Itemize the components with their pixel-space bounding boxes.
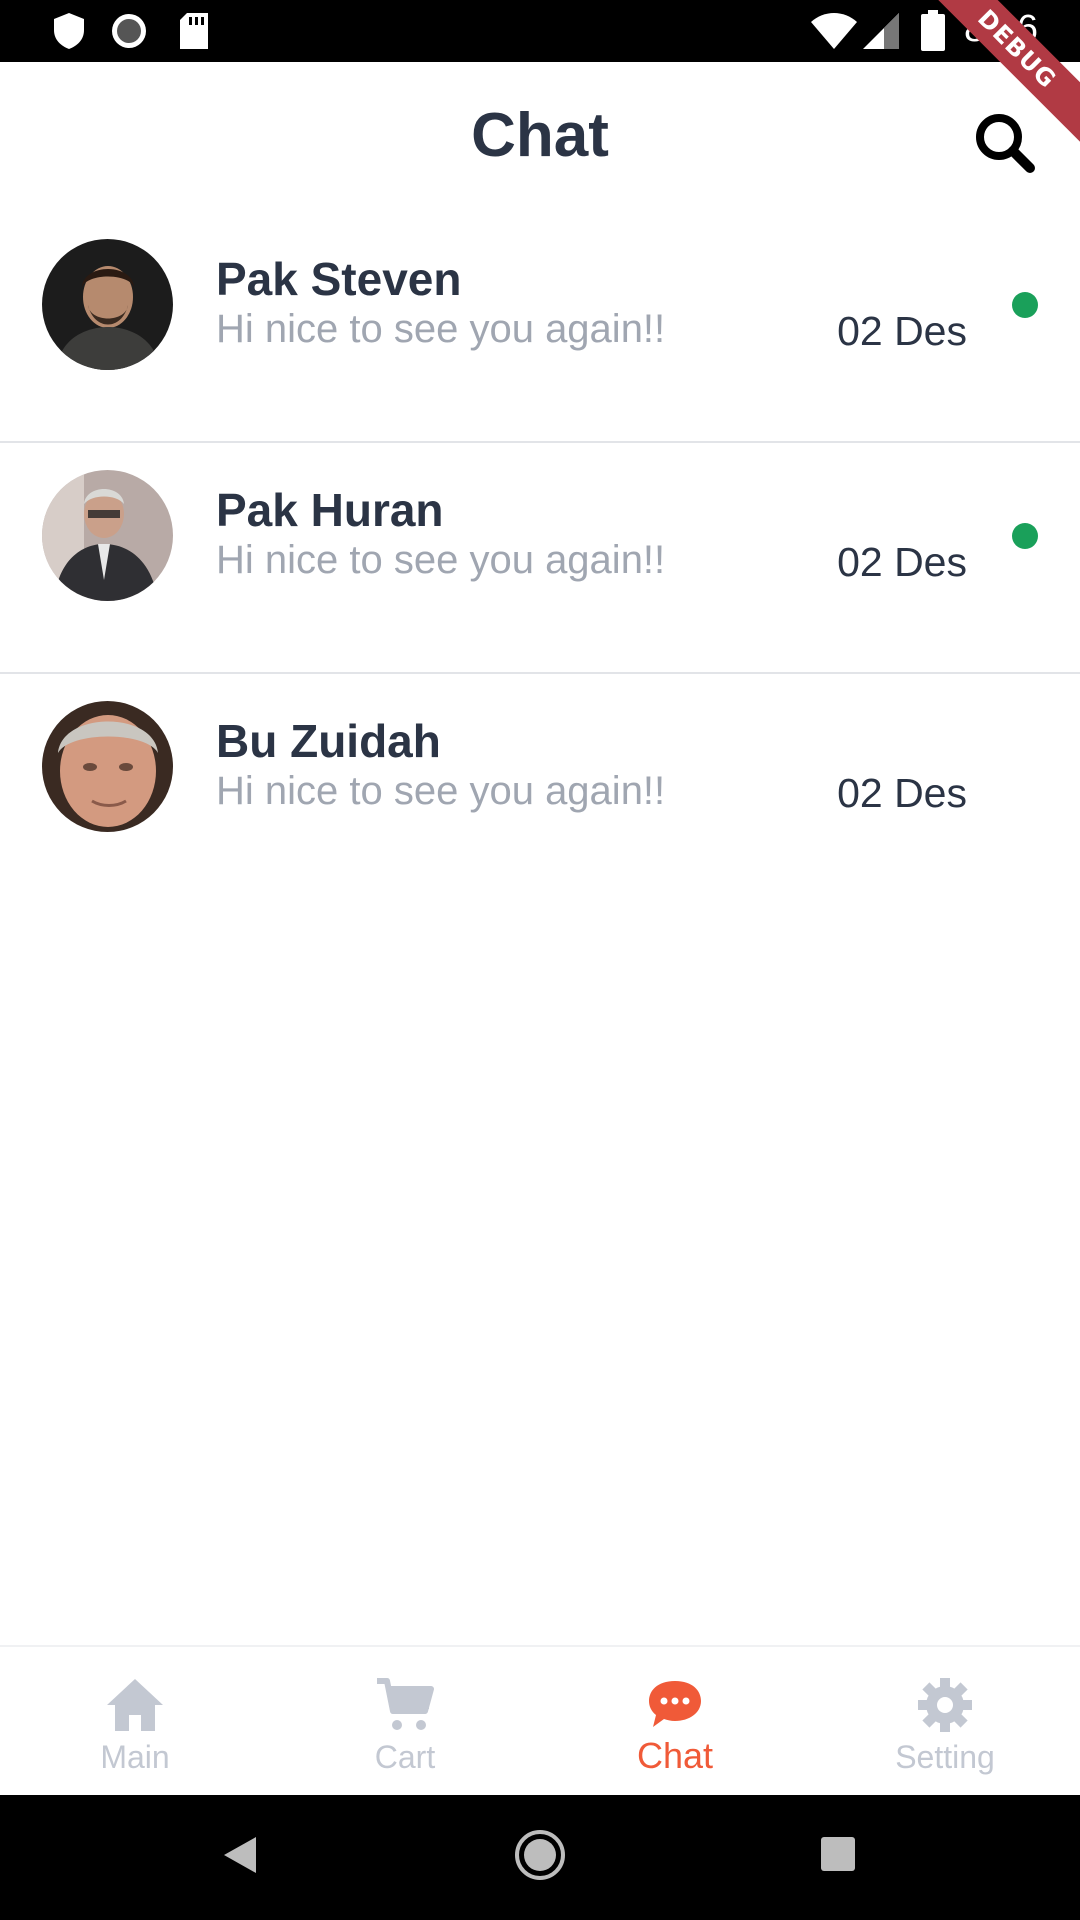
nav-item-chat[interactable]: Chat (540, 1647, 810, 1797)
home-icon (107, 1679, 163, 1731)
avatar (42, 701, 173, 832)
home-button-icon[interactable] (514, 1829, 566, 1881)
app-bar: Chat (0, 62, 1080, 212)
search-button[interactable] (972, 110, 1038, 176)
online-status-indicator (1012, 292, 1038, 318)
chat-list-item[interactable]: Pak Huran Hi nice to see you again!! 02 … (0, 443, 1080, 674)
avatar (42, 239, 173, 370)
nav-label: Setting (895, 1739, 995, 1775)
shield-icon (54, 13, 84, 49)
avatar (42, 470, 173, 601)
chat-last-message: Hi nice to see you again!! (216, 769, 666, 813)
chat-last-message: Hi nice to see you again!! (216, 307, 666, 351)
chat-date: 02 Des (837, 539, 967, 585)
chat-date: 02 Des (837, 308, 967, 354)
gear-icon (918, 1678, 972, 1732)
chat-date: 02 Des (837, 770, 967, 816)
chat-list-item[interactable]: Bu Zuidah Hi nice to see you again!! 02 … (0, 674, 1080, 905)
chat-bubble-icon (649, 1681, 701, 1727)
chat-name: Pak Steven (216, 253, 462, 305)
nav-item-setting[interactable]: Setting (810, 1647, 1080, 1797)
chat-last-message: Hi nice to see you again!! (216, 538, 666, 582)
page-title: Chat (471, 101, 609, 170)
recents-icon[interactable] (820, 1836, 856, 1872)
nav-item-cart[interactable]: Cart (270, 1647, 540, 1797)
bottom-navigation: Main Cart Chat Setting (0, 1645, 1080, 1795)
nav-label: Cart (374, 1739, 436, 1775)
cart-icon (377, 1678, 434, 1730)
signal-icon (863, 13, 899, 49)
online-status-indicator (1012, 523, 1038, 549)
nav-item-main[interactable]: Main (0, 1647, 270, 1797)
nav-label: Chat (636, 1735, 714, 1776)
system-navigation-bar (0, 1795, 1080, 1920)
sync-icon (112, 14, 146, 48)
chat-name: Pak Huran (216, 484, 444, 536)
back-icon[interactable] (222, 1835, 258, 1875)
search-icon (976, 114, 1035, 173)
nav-label: Main (100, 1739, 170, 1775)
chat-list-item[interactable]: Pak Steven Hi nice to see you again!! 02… (0, 212, 1080, 443)
sd-card-icon (180, 13, 208, 49)
wifi-icon (811, 13, 857, 49)
battery-icon (921, 10, 945, 51)
chat-name: Bu Zuidah (216, 715, 441, 767)
chat-list: Pak Steven Hi nice to see you again!! 02… (0, 212, 1080, 905)
status-bar: 8:36 (0, 0, 1080, 62)
